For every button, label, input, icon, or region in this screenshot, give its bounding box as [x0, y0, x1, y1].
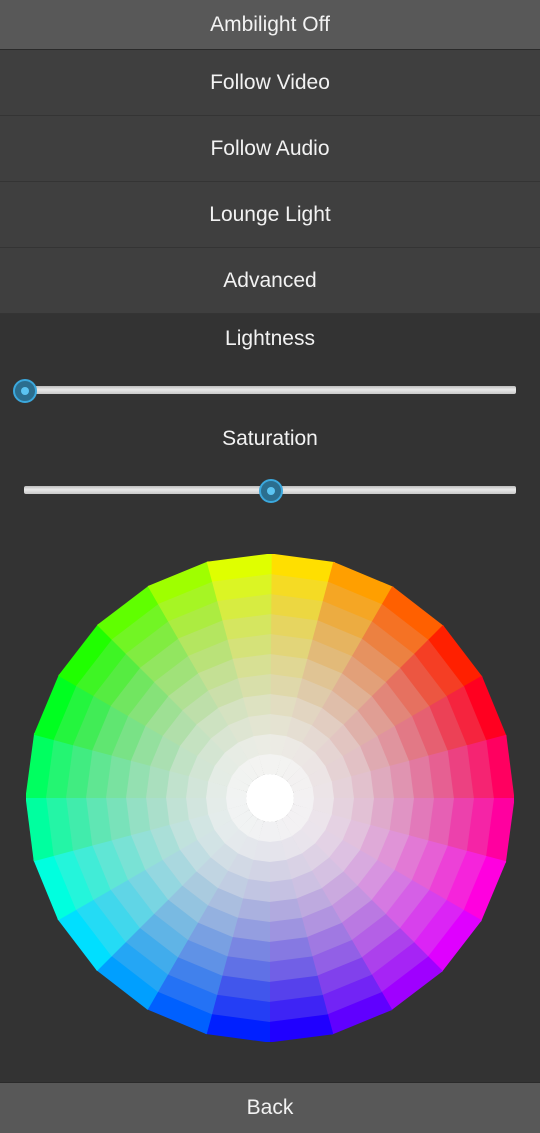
follow-audio-label: Follow Audio: [210, 136, 330, 160]
follow-audio-button[interactable]: Follow Audio: [0, 116, 540, 182]
back-label: Back: [246, 1096, 294, 1119]
saturation-label: Saturation: [222, 427, 318, 450]
color-wheel[interactable]: [26, 554, 514, 1042]
lightness-slider[interactable]: [13, 375, 516, 405]
lounge-light-button[interactable]: Lounge Light: [0, 182, 540, 248]
color-wheel-center[interactable]: [246, 774, 294, 822]
follow-video-label: Follow Video: [210, 70, 330, 94]
back-button[interactable]: Back: [0, 1082, 540, 1133]
lightness-label: Lightness: [225, 327, 315, 350]
lightness-slider-thumb[interactable]: [13, 379, 37, 403]
follow-video-button[interactable]: Follow Video: [0, 50, 540, 116]
saturation-slider[interactable]: [24, 475, 516, 505]
ambilight-off-button[interactable]: Ambilight Off: [0, 0, 540, 50]
advanced-button[interactable]: Advanced: [0, 248, 540, 314]
lightness-slider-track[interactable]: [24, 386, 516, 394]
ambilight-off-label: Ambilight Off: [210, 12, 330, 36]
saturation-slider-thumb[interactable]: [259, 479, 283, 503]
lounge-light-label: Lounge Light: [209, 202, 331, 226]
advanced-label: Advanced: [223, 268, 317, 292]
